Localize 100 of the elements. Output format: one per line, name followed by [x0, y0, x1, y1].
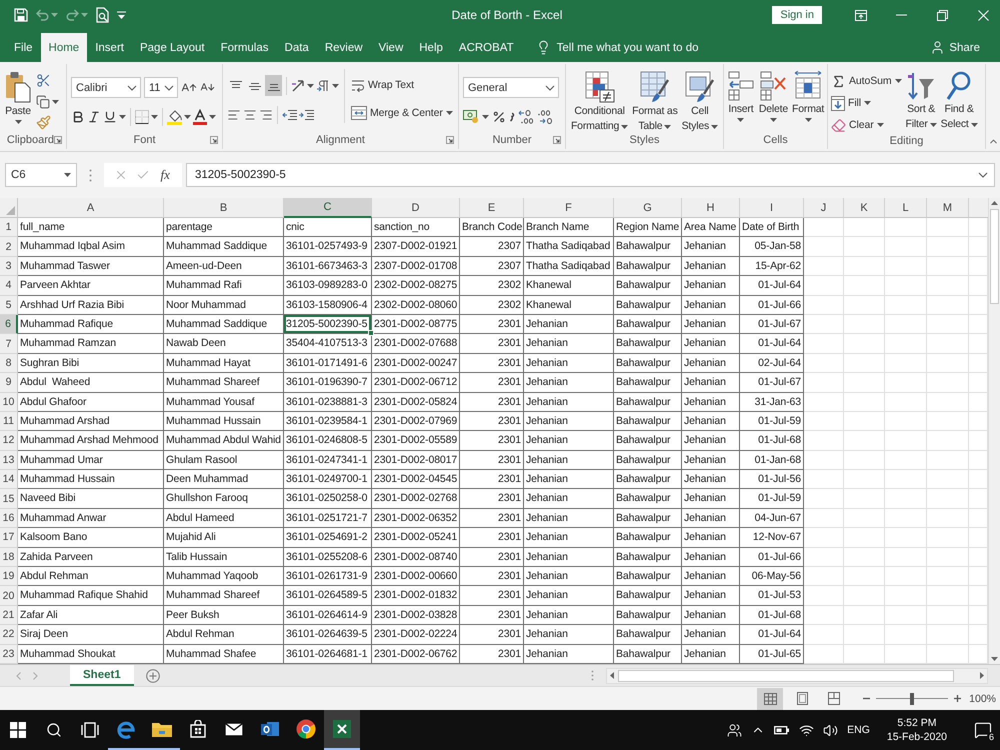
row-header[interactable]: 21 [0, 606, 18, 626]
caret-icon[interactable] [864, 101, 872, 105]
italic-icon[interactable] [87, 110, 101, 124]
column-header[interactable]: D [372, 198, 460, 218]
ribbon-tab[interactable]: Review [316, 33, 371, 62]
tell-me-search[interactable]: Tell me what you want to do [556, 42, 699, 54]
caret-icon[interactable] [52, 100, 59, 104]
zoom-thumb[interactable] [910, 692, 914, 704]
row-header[interactable]: 20 [0, 586, 18, 606]
clock-date[interactable]: 15-Feb-2020 [886, 731, 947, 743]
sort-filter-button[interactable]: Sort & Filter [904, 69, 938, 131]
merge-center-button[interactable]: Merge & Center [350, 103, 454, 123]
caret-icon[interactable] [664, 124, 672, 128]
caret-icon[interactable] [876, 123, 884, 127]
format-button[interactable]: Format [791, 69, 826, 122]
caret-icon[interactable] [894, 79, 902, 83]
column-header[interactable]: J [804, 198, 844, 218]
font-name-field[interactable]: Calibri [71, 77, 141, 98]
column-header[interactable]: M [927, 198, 969, 218]
dialog-launcher-icon[interactable] [446, 136, 454, 144]
scroll-thumb[interactable] [990, 209, 999, 304]
caret-icon[interactable] [14, 120, 22, 124]
row-header[interactable]: 23 [0, 644, 18, 664]
row-header[interactable]: 10 [0, 392, 18, 412]
caret-icon[interactable] [307, 84, 314, 88]
row-header[interactable]: 16 [0, 508, 18, 528]
paste-button[interactable]: Paste [4, 69, 32, 124]
task-view-icon[interactable] [81, 722, 99, 738]
decrease-decimal-icon[interactable] [537, 110, 553, 124]
fill-button[interactable]: Fill [830, 93, 902, 113]
scroll-left-icon[interactable] [610, 672, 614, 679]
chevron-down-icon[interactable] [545, 84, 555, 90]
comma-style-icon[interactable] [509, 112, 515, 122]
conditional-formatting-button[interactable]: Conditional Formatting [570, 69, 630, 133]
copy-icon[interactable] [36, 94, 50, 108]
caret-icon[interactable] [737, 118, 744, 122]
eraser-icon[interactable] [831, 118, 846, 132]
column-header[interactable]: H [682, 198, 740, 218]
column-header[interactable]: I [740, 198, 804, 218]
print-preview-icon[interactable] [96, 7, 109, 23]
save-icon[interactable] [14, 8, 28, 22]
wrap-text-button[interactable]: Wrap Text [350, 75, 454, 95]
normal-view-button[interactable] [757, 688, 784, 710]
sign-in-button[interactable]: Sign in [772, 6, 822, 24]
people-icon[interactable] [727, 722, 742, 738]
caret-icon[interactable] [446, 111, 453, 115]
input-language[interactable]: ENG [847, 724, 870, 736]
clock-time[interactable]: 5:52 PM [897, 717, 936, 729]
increase-decimal-icon[interactable] [518, 110, 534, 124]
bold-icon[interactable] [71, 110, 85, 124]
delete-button[interactable]: Delete [758, 69, 790, 122]
font-size-field[interactable]: 11 [144, 77, 178, 98]
formula-field[interactable]: 31205-5002390-5 [186, 163, 995, 187]
caret-icon[interactable] [621, 124, 628, 128]
scroll-thumb[interactable] [618, 670, 954, 682]
text-orientation-icon[interactable] [291, 78, 305, 92]
restore-icon[interactable] [937, 10, 948, 20]
insert-button[interactable]: Insert [726, 69, 756, 122]
row-header[interactable]: 12 [0, 431, 18, 451]
column-header[interactable]: K [844, 198, 885, 218]
caret-icon[interactable] [332, 84, 339, 88]
dialog-launcher-icon[interactable] [54, 136, 62, 144]
find-select-button[interactable]: Find & Select [940, 69, 979, 131]
row-header[interactable]: 22 [0, 625, 18, 645]
align-left-icon[interactable] [227, 108, 241, 122]
column-header[interactable]: L [885, 198, 927, 218]
zoom-in-icon[interactable] [954, 695, 962, 702]
align-right-icon[interactable] [259, 108, 273, 122]
row-header[interactable]: 9 [0, 373, 18, 393]
zoom-level[interactable]: 100% [969, 692, 996, 704]
decrease-indent-icon[interactable] [282, 108, 297, 120]
row-header[interactable]: 8 [0, 354, 18, 374]
share-button[interactable]: Share [924, 33, 986, 62]
caret-icon[interactable] [151, 114, 158, 118]
caret-icon[interactable] [804, 118, 812, 122]
more-options-icon[interactable] [89, 168, 92, 182]
fill-color-icon[interactable] [167, 108, 182, 124]
caret-icon[interactable] [770, 118, 777, 122]
row-header[interactable]: 4 [0, 276, 18, 296]
dialog-launcher-icon[interactable] [210, 136, 218, 144]
scroll-right-icon[interactable] [980, 672, 984, 679]
align-bottom-button[interactable] [265, 75, 282, 96]
column-header[interactable]: E [460, 198, 524, 218]
ribbon-tab[interactable]: View [370, 33, 412, 62]
scroll-down-icon[interactable] [991, 657, 998, 661]
format-painter-icon[interactable] [36, 115, 51, 130]
column-header[interactable]: B [164, 198, 284, 218]
row-header[interactable]: 3 [0, 256, 18, 276]
ribbon-tab[interactable]: Insert [87, 33, 132, 62]
caret-icon[interactable] [930, 122, 937, 126]
row-header[interactable]: 7 [0, 334, 18, 354]
chevron-down-icon[interactable] [164, 84, 174, 90]
percent-icon[interactable] [492, 110, 506, 124]
row-header[interactable]: 17 [0, 528, 18, 548]
row-header[interactable]: 13 [0, 450, 18, 470]
minimize-icon[interactable] [896, 14, 907, 16]
horizontal-scrollbar[interactable] [606, 668, 988, 684]
sheet-tab[interactable]: Sheet1 [70, 665, 134, 686]
increase-indent-icon[interactable] [299, 108, 314, 120]
align-center-icon[interactable] [243, 108, 257, 122]
